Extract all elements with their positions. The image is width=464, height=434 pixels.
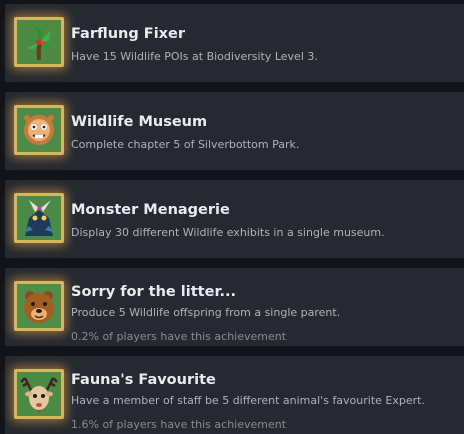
achievement-row[interactable]: Farflung Fixer Have 15 Wildlife POIs at … [5,4,464,82]
achievement-row[interactable]: Wildlife Museum Complete chapter 5 of Si… [5,92,464,170]
achievement-title: Farflung Fixer [71,26,186,42]
achievement-row[interactable]: Monster Menagerie Display 30 different W… [5,180,464,258]
achievement-title: Monster Menagerie [71,202,230,218]
achievement-row[interactable]: Sorry for the litter... Produce 5 Wildli… [5,268,464,346]
achievement-title: Fauna's Favourite [71,372,216,388]
bear-icon [14,281,64,331]
deer-icon [14,369,64,419]
achievement-description: Complete chapter 5 of Silverbottom Park. [71,138,300,151]
achievement-title: Wildlife Museum [71,114,208,130]
achievement-row[interactable]: Fauna's Favourite Have a member of staff… [5,356,464,434]
achievement-title: Sorry for the litter... [71,284,237,300]
achievement-list: Farflung Fixer Have 15 Wildlife POIs at … [0,0,464,434]
achievement-description: Display 30 different Wildlife exhibits i… [71,226,385,239]
achievement-description: Have 15 Wildlife POIs at Biodiversity Le… [71,50,318,63]
horned-creature-icon [14,193,64,243]
achievement-unlock-percent: 1.6% of players have this achievement [71,418,287,431]
achievement-description: Have a member of staff be 5 different an… [71,394,425,407]
palm-tree-icon [14,17,64,67]
achievement-unlock-percent: 0.2% of players have this achievement [71,330,287,343]
achievement-description: Produce 5 Wildlife offspring from a sing… [71,306,341,319]
lion-head-icon [14,105,64,155]
